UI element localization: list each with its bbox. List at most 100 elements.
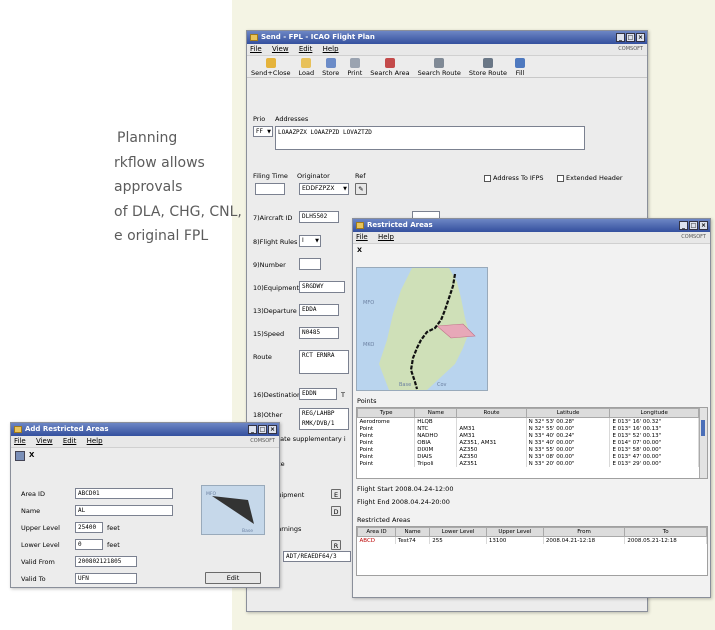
column-header[interactable]: Type (357, 408, 416, 418)
equipment-label: 10)Equipment (253, 284, 300, 292)
store-route-button[interactable]: Store Route (465, 56, 511, 77)
n-button[interactable]: R (331, 540, 341, 550)
minimize-button[interactable]: _ (248, 425, 257, 434)
maximize-button[interactable]: □ (626, 33, 635, 42)
name-field[interactable]: AL (75, 505, 173, 516)
ref-edit-button[interactable]: ✎ (355, 183, 367, 195)
route-field[interactable]: RCT ERNRA (299, 350, 349, 374)
table-row[interactable]: Point OBIA AZ351, AM31 N 33° 40' 00.00" E 01… (357, 439, 699, 446)
edit-button[interactable]: Edit (205, 572, 261, 584)
number-field[interactable] (299, 258, 321, 270)
column-header[interactable]: Name (394, 527, 431, 537)
menu-help[interactable]: Help (87, 437, 103, 445)
points-table-container[interactable]: Type Name Route Latitude Longitude Aerodrome… (356, 407, 708, 479)
area-polygon (212, 496, 254, 524)
areas-table-container[interactable]: Area ID Name Lower Level Upper Level From To … (356, 526, 708, 576)
close-x-icon[interactable]: X (29, 451, 34, 461)
table-cell: E 013° 47' 00.00" (609, 453, 699, 460)
extended-header-checkbox[interactable] (557, 175, 564, 182)
table-row[interactable]: Point DIXIM AZ350 N 33° 55' 00.00" E 013° 58… (357, 446, 699, 453)
column-header[interactable]: To (624, 527, 707, 537)
table-row[interactable]: Point NTC AM31 N 32° 55' 00.00" E 013° 16' 0… (357, 425, 699, 432)
table-cell: AZ351, AM31 (456, 439, 527, 446)
send-close-button[interactable]: Send+Close (247, 56, 295, 77)
ref-label: Ref (355, 172, 366, 180)
map-label: MFO (363, 300, 374, 306)
print-button[interactable]: Print (343, 56, 366, 77)
destination-field[interactable]: EDDN (299, 388, 337, 400)
flight-rules-select[interactable]: I ▼ (299, 235, 321, 247)
table-row[interactable]: Point Tripoli AZ351 N 33° 20' 00.00" E 013° … (357, 460, 699, 467)
minimize-button[interactable]: _ (679, 221, 688, 230)
brand-logo: COMSOFT (681, 234, 706, 240)
table-cell: AZ350 (456, 446, 527, 453)
speed-field[interactable]: N0485 (299, 327, 339, 339)
save-icon[interactable] (15, 451, 25, 461)
table-cell: Point (357, 439, 416, 446)
menu-view[interactable]: View (272, 45, 289, 53)
upper-level-field[interactable]: 25400 (75, 522, 103, 533)
menu-file[interactable]: File (250, 45, 262, 53)
search-area-button[interactable]: Search Area (366, 56, 413, 77)
area-preview-map[interactable]: MFO Base (201, 485, 265, 535)
address-to-ifps-checkbox[interactable] (484, 175, 491, 182)
s-button[interactable]: D (331, 506, 341, 516)
menu-file[interactable]: File (356, 233, 368, 241)
table-cell: N 33° 40' 00.00" (526, 439, 611, 446)
areas-header-row: Area ID Name Lower Level Upper Level From To (357, 527, 707, 537)
table-row[interactable]: Aerodrome HLQB N 32° 53' 00.28" E 013° 16' … (357, 417, 699, 425)
column-header[interactable]: Longitude (609, 408, 699, 418)
prose-line: rkflow allows (114, 154, 205, 171)
valid-to-field[interactable]: UFN (75, 573, 137, 584)
close-button[interactable]: × (636, 33, 645, 42)
column-header[interactable]: Upper Level (485, 527, 544, 537)
fill-button[interactable]: Fill (511, 56, 529, 77)
lower-level-field[interactable]: 0 (75, 539, 103, 550)
menu-help[interactable]: Help (323, 45, 339, 53)
table-cell: 2008.05.21-12:18 (624, 536, 707, 544)
column-header[interactable]: Latitude (525, 408, 611, 418)
column-header[interactable]: Route (456, 408, 527, 418)
equipment-field[interactable]: SRGDWY (299, 281, 345, 293)
column-header[interactable]: Name (414, 408, 458, 418)
scroll-thumb[interactable] (701, 420, 705, 436)
close-x-icon[interactable]: X (357, 246, 362, 254)
originator-select[interactable]: EDDFZPZX ▼ (299, 183, 349, 195)
fpl-titlebar: Send - FPL - ICAO Flight Plan _ □ × (247, 31, 647, 44)
filing-time-field[interactable] (255, 183, 285, 195)
maximize-button[interactable]: □ (689, 221, 698, 230)
menu-edit[interactable]: Edit (299, 45, 313, 53)
column-header[interactable]: From (542, 527, 626, 537)
table-row[interactable]: Point DIAIS AZ350 N 33° 08' 00.00" E 013° 47… (357, 453, 699, 460)
close-button[interactable]: × (268, 425, 277, 434)
prio-label: Prio (253, 115, 266, 123)
area-id-field[interactable]: ABCD01 (75, 488, 173, 499)
adt-field[interactable]: ADT/REAEDF64/3 (283, 551, 351, 562)
prio-select[interactable]: FF ▼ (253, 126, 273, 137)
store-button[interactable]: Store (318, 56, 343, 77)
departure-field[interactable]: EDDA (299, 304, 339, 316)
load-button[interactable]: Load (295, 56, 319, 77)
restricted-areas-label: Restricted Areas (357, 516, 411, 524)
maximize-button[interactable]: □ (258, 425, 267, 434)
other-field[interactable]: REG/LAHBP RMK/DVB/1 (299, 408, 349, 430)
route-map[interactable]: MFO MKO Base Cov (356, 267, 488, 391)
valid-from-field[interactable]: 200802121805 (75, 556, 137, 567)
menu-view[interactable]: View (36, 437, 53, 445)
close-button[interactable]: × (699, 221, 708, 230)
points-scrollbar[interactable] (699, 408, 707, 478)
addresses-field[interactable]: LOAAZPZX LOAAZPZD LOVAZTZD (275, 126, 585, 150)
table-cell: Point (357, 446, 416, 453)
minimize-button[interactable]: _ (616, 33, 625, 42)
table-row[interactable]: ABCD Test74 255 13100 2008.04.21-12:18 2008.0… (357, 536, 707, 544)
menu-help[interactable]: Help (378, 233, 394, 241)
send-icon (265, 58, 276, 68)
menu-edit[interactable]: Edit (63, 437, 77, 445)
equipment-button[interactable]: E (331, 489, 341, 499)
column-header[interactable]: Area ID (357, 527, 396, 537)
column-header[interactable]: Lower Level (429, 527, 487, 537)
aircraft-id-field[interactable]: DLH5502 (299, 211, 339, 223)
table-row[interactable]: Point NADHO AM31 N 33° 40' 00.24" E 013° 52'… (357, 432, 699, 439)
menu-file[interactable]: File (14, 437, 26, 445)
search-route-button[interactable]: Search Route (414, 56, 465, 77)
